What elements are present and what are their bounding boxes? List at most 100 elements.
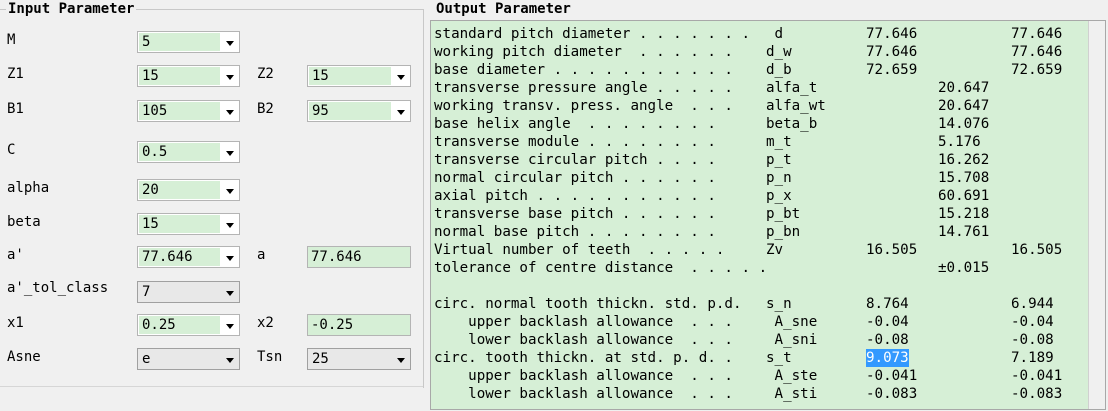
output-desc: base diameter . . . . . . . . . . . <box>434 62 733 78</box>
label-alpha: alpha <box>7 180 50 196</box>
chevron-down-icon[interactable] <box>392 67 409 85</box>
output-v3: -0.08 <box>1011 332 1054 348</box>
output-row: standard pitch diameter . . . . . . . d 7… <box>431 25 1091 43</box>
output-sym: beta_b <box>766 116 818 132</box>
combo-x1[interactable]: 0.25 <box>137 314 240 336</box>
combo-Asne[interactable]: e <box>137 348 240 370</box>
label-Z2: Z2 <box>257 66 274 82</box>
output-desc: transverse circular pitch . . . . <box>434 152 716 168</box>
combo-Z1[interactable]: 15 <box>137 65 240 87</box>
output-v3: 7.189 <box>1011 350 1054 366</box>
output-row: transverse module . . . . . . . . m_t 5.17… <box>431 133 1091 151</box>
output-sym: Zv <box>766 242 784 258</box>
label-a-prime: a' <box>7 247 24 263</box>
output-row: transverse pressure angle . . . . . alfa_… <box>431 79 1091 97</box>
output-row: circ. tooth thickn. at std. p. d. . s_t 9.… <box>431 349 1091 367</box>
output-row: transverse base pitch . . . . . . p_bt 15.… <box>431 205 1091 223</box>
output-v1: -0.041 <box>866 368 918 384</box>
combo-Tsn[interactable]: 25 <box>307 348 411 370</box>
output-desc: Virtual number of teeth . . . . . <box>434 242 725 258</box>
chevron-down-icon[interactable] <box>221 350 238 368</box>
scrollbar[interactable] <box>1088 21 1105 409</box>
output-v2: 15.708 <box>938 170 990 186</box>
chevron-down-icon[interactable] <box>221 316 238 334</box>
output-row: circ. normal tooth thickn. std. p.d. s_n 8… <box>431 295 1091 313</box>
output-v2: ±0.015 <box>938 260 990 276</box>
output-desc: lower backlash allowance . . . <box>434 332 733 348</box>
chevron-down-icon[interactable] <box>221 33 238 51</box>
chevron-down-icon[interactable] <box>221 181 238 199</box>
output-row: upper backlash allowance . . . A_sne -0.0… <box>431 313 1091 331</box>
combo-a-prime[interactable]: 77.646 <box>137 246 240 268</box>
output-row: base diameter . . . . . . . . . . . d_b 72… <box>431 61 1091 79</box>
output-desc: working pitch diameter . . . . . . <box>434 44 733 60</box>
combo-a-prime-value: 77.646 <box>139 248 220 266</box>
output-sym: m_t <box>766 134 792 150</box>
output-desc: transverse pressure angle . . . . . <box>434 80 733 96</box>
output-desc: base helix angle . . . . . . . . <box>434 116 716 132</box>
combo-C-value: 0.5 <box>139 143 220 161</box>
combo-Asne-value: e <box>142 351 151 367</box>
output-v1: 77.646 <box>866 26 918 42</box>
output-sym: s_t <box>766 350 792 366</box>
chevron-down-icon[interactable] <box>221 283 238 301</box>
x2-field[interactable]: -0.25 <box>307 314 411 336</box>
output-row: axial pitch . . . . . . . . . . . p_x 60.6… <box>431 187 1091 205</box>
chevron-down-icon[interactable] <box>392 102 409 120</box>
chevron-down-icon[interactable] <box>221 67 238 85</box>
output-sym: d_b <box>766 62 792 78</box>
output-v2: 14.761 <box>938 224 990 240</box>
label-x2: x2 <box>257 315 274 331</box>
chevron-down-icon[interactable] <box>221 102 238 120</box>
output-v2: 20.647 <box>938 80 990 96</box>
output-v2: 60.691 <box>938 188 990 204</box>
output-row: tolerance of centre distance . . . . . ±0… <box>431 259 1091 277</box>
output-row: normal base pitch . . . . . . . . p_bn 14.… <box>431 223 1091 241</box>
combo-B1[interactable]: 105 <box>137 100 240 122</box>
output-desc: lower backlash allowance . . . <box>434 386 733 402</box>
label-C: C <box>7 142 16 158</box>
label-a-tol-class: a'_tol_class <box>7 280 109 296</box>
combo-Z2[interactable]: 15 <box>307 65 411 87</box>
output-desc: circ. tooth thickn. at std. p. d. . <box>434 350 733 366</box>
output-desc: upper backlash allowance . . . <box>434 368 733 384</box>
combo-alpha[interactable]: 20 <box>137 179 240 201</box>
output-desc: circ. normal tooth thickn. std. p.d. <box>434 296 742 312</box>
output-sym: A_ste <box>766 368 818 384</box>
output-v2: 15.218 <box>938 206 990 222</box>
output-sym: A_sne <box>766 314 818 330</box>
output-v1: 9.073 <box>866 349 909 367</box>
a-field[interactable]: 77.646 <box>307 246 411 268</box>
output-v1: -0.04 <box>866 314 909 330</box>
combo-Tsn-value: 25 <box>312 351 329 367</box>
output-v3: 72.659 <box>1011 62 1063 78</box>
combo-M[interactable]: 5 <box>137 31 240 53</box>
output-text-area[interactable]: standard pitch diameter . . . . . . . d 7… <box>430 20 1106 410</box>
chevron-down-icon[interactable] <box>221 248 238 266</box>
output-desc: normal circular pitch . . . . . . <box>434 170 716 186</box>
label-Asne: Asne <box>7 349 41 365</box>
combo-Z2-value: 15 <box>309 67 391 85</box>
combo-beta[interactable]: 15 <box>137 213 240 235</box>
output-desc: transverse module . . . . . . . . <box>434 134 716 150</box>
chevron-down-icon[interactable] <box>392 350 409 368</box>
output-row: Virtual number of teeth . . . . . Zv 16.50… <box>431 241 1091 259</box>
label-x1: x1 <box>7 315 24 331</box>
chevron-down-icon[interactable] <box>221 215 238 233</box>
combo-C[interactable]: 0.5 <box>137 141 240 163</box>
output-row: working pitch diameter . . . . . . d_w 77.… <box>431 43 1091 61</box>
output-sym: d_w <box>766 44 792 60</box>
output-v3: -0.04 <box>1011 314 1054 330</box>
output-row: lower backlash allowance . . . A_sti -0.0… <box>431 385 1091 403</box>
label-Tsn: Tsn <box>257 349 283 365</box>
output-v3: 77.646 <box>1011 44 1063 60</box>
combo-B2[interactable]: 95 <box>307 100 411 122</box>
output-row: normal circular pitch . . . . . . p_n 15.7… <box>431 169 1091 187</box>
chevron-down-icon[interactable] <box>221 143 238 161</box>
output-desc: tolerance of centre distance . . . . . <box>434 260 768 276</box>
label-M: M <box>7 32 16 48</box>
label-B1: B1 <box>7 101 24 117</box>
output-parameter-title: Output Parameter <box>436 1 571 17</box>
output-v2: 14.076 <box>938 116 990 132</box>
combo-a-tol-class[interactable]: 7 <box>137 281 240 303</box>
